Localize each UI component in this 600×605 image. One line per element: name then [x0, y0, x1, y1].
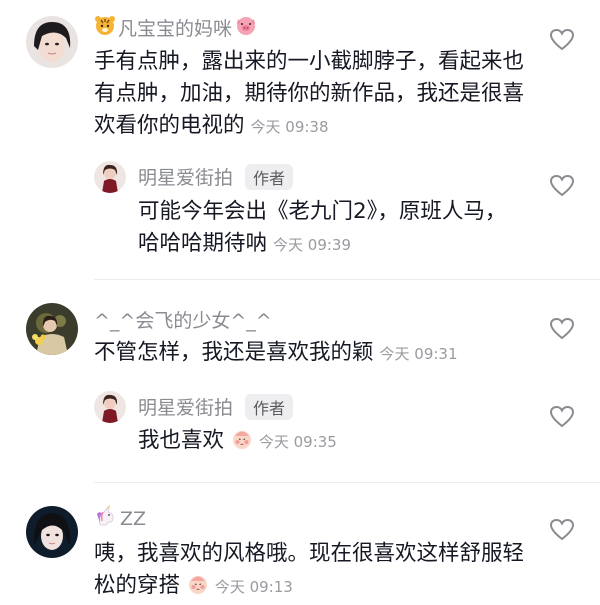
heart-outline-icon[interactable] — [549, 28, 575, 52]
avatar[interactable] — [26, 303, 78, 355]
comment-text: 咦，我喜欢的风格哦。现在很喜欢这样舒服轻松的穿搭 — [94, 541, 525, 598]
username-label: 明星爱街拍 — [138, 397, 234, 419]
comment-text-block: 不管怎样，我还是喜欢我的颖 今天 09:31 — [94, 337, 524, 370]
reply-time: 今天 09:35 — [258, 433, 337, 451]
username-label: ZZ — [120, 507, 147, 530]
comment-text: 不管怎样，我还是喜欢我的颖 — [94, 340, 374, 365]
author-badge: 作者 — [245, 163, 294, 190]
comment-time: 今天 09:31 — [379, 345, 458, 363]
heart-outline-icon[interactable] — [549, 317, 575, 341]
comment-time: 今天 09:13 — [214, 578, 293, 596]
comment-username[interactable]: ^_^会飞的少女^_^ — [94, 306, 272, 333]
shy-face-emoji-icon — [187, 573, 209, 605]
username-label: 明星爱街拍 — [138, 167, 234, 189]
author-badge: 作者 — [245, 393, 294, 420]
reply-time: 今天 09:39 — [273, 236, 352, 254]
comment-username[interactable]: 凡宝宝的妈咪 — [94, 14, 258, 41]
reply-avatar[interactable] — [94, 391, 126, 423]
comment-username[interactable]: ZZ — [94, 505, 146, 532]
reply-text: 我也喜欢 — [138, 428, 225, 453]
reply-username[interactable]: 明星爱街拍 作者 — [138, 163, 294, 190]
tiger-emoji-icon — [94, 15, 116, 40]
username-label: 凡宝宝的妈咪 — [118, 18, 233, 40]
heart-outline-icon[interactable] — [549, 174, 575, 198]
reply-username[interactable]: 明星爱街拍 作者 — [138, 393, 294, 420]
pig-emoji-icon — [234, 15, 258, 40]
divider — [94, 482, 600, 483]
comment-text-block: 咦，我喜欢的风格哦。现在很喜欢这样舒服轻松的穿搭 今天 09:13 — [94, 538, 524, 605]
heart-outline-icon[interactable] — [549, 518, 575, 542]
divider — [94, 279, 600, 280]
comment-time: 今天 09:38 — [250, 118, 329, 136]
shy-face-emoji-icon — [231, 428, 253, 460]
reply-avatar[interactable] — [94, 161, 126, 193]
heart-outline-icon[interactable] — [549, 405, 575, 429]
avatar[interactable] — [26, 16, 78, 68]
avatar[interactable] — [26, 506, 78, 558]
reply-text-block: 我也喜欢 今天 09:35 — [138, 425, 518, 460]
comment-text-block: 手有点肿，露出来的一小截脚脖子，看起来也有点肿，加油，期待你的新作品，我还是很喜… — [94, 46, 524, 143]
username-label: ^_^会飞的少女^_^ — [94, 310, 272, 332]
reply-text-block: 可能今年会出《老九门2》，原班人马，哈哈哈期待呐 今天 09:39 — [138, 196, 518, 261]
unicorn-emoji-icon — [94, 505, 118, 532]
